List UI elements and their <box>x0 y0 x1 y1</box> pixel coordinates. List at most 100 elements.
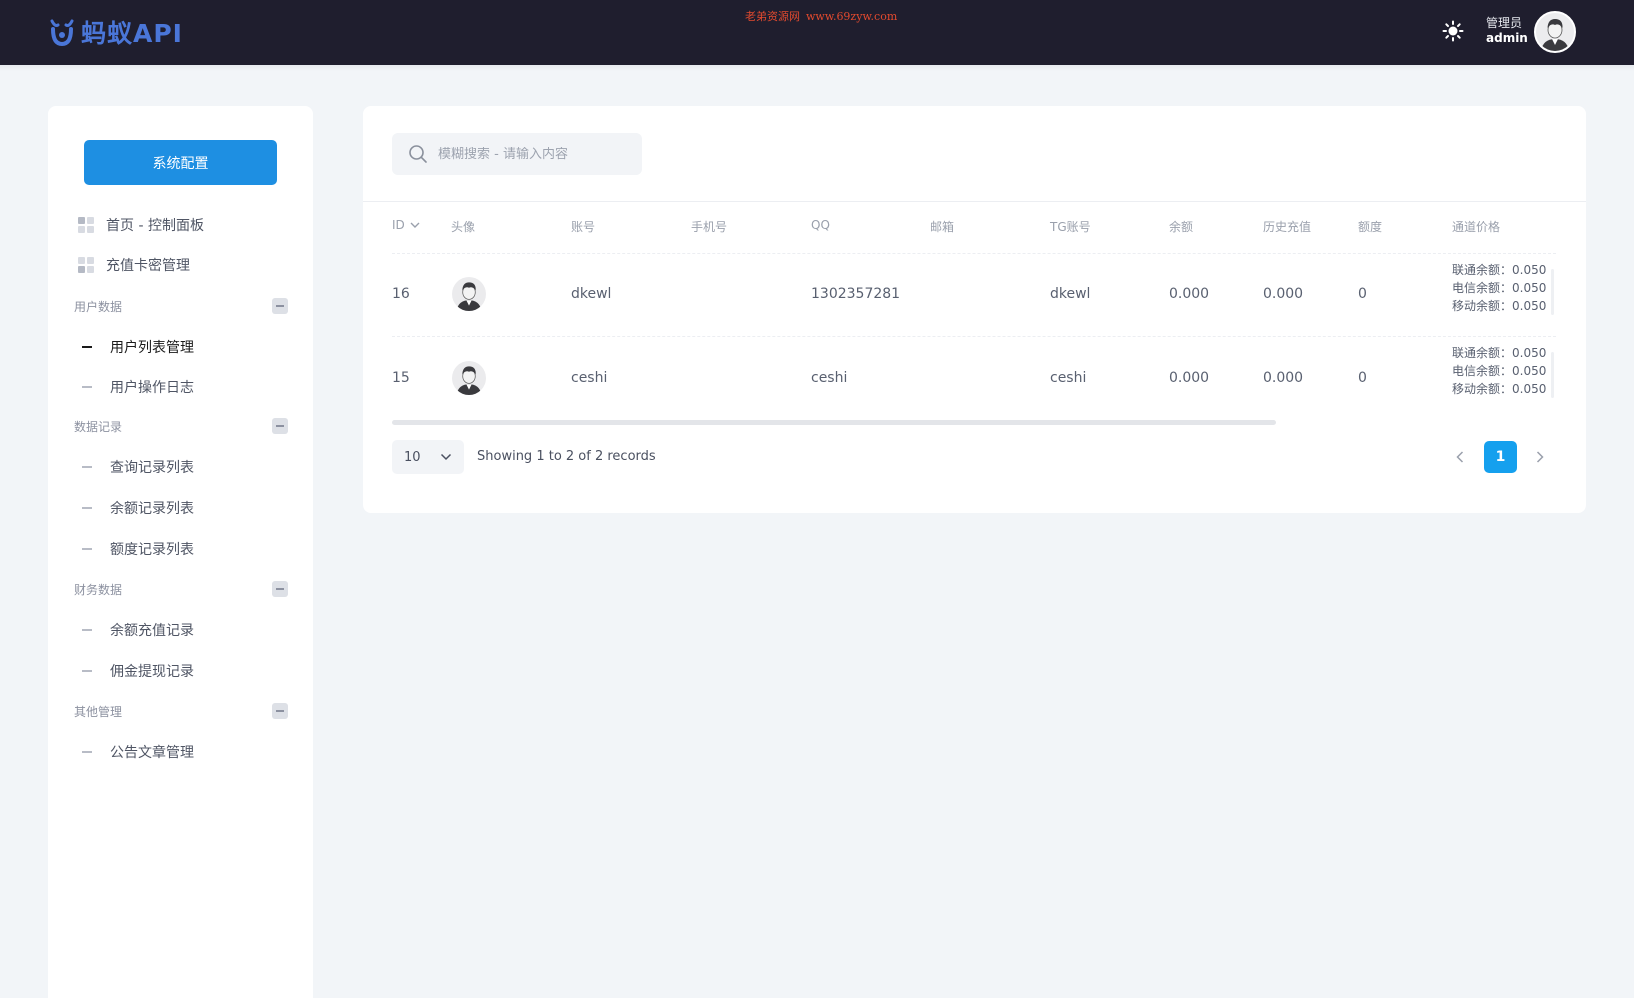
cell-scrollbar[interactable] <box>1551 269 1554 315</box>
sidebar-item-balance-records[interactable]: 余额记录列表 <box>78 493 194 523</box>
price-mobile: 移动余额：0.050 <box>1452 382 1547 396</box>
sidebar-item-commission-withdrawals[interactable]: 佣金提现记录 <box>78 656 194 686</box>
sidebar-item-user-logs[interactable]: 用户操作日志 <box>78 372 194 402</box>
dashboard-grid-icon <box>78 217 94 233</box>
cell-channel-price: 联通余额：0.050 电信余额：0.050 移动余额：0.050 <box>1452 261 1546 315</box>
dash-icon <box>82 507 92 509</box>
search-input[interactable] <box>438 146 628 162</box>
row-avatar <box>452 277 486 311</box>
sidebar-item-dashboard[interactable]: 首页 - 控制面板 <box>78 210 204 240</box>
cell-tg: ceshi <box>1050 370 1087 386</box>
sort-chevron-down-icon[interactable] <box>410 222 420 228</box>
cell-balance: 0.000 <box>1169 370 1210 386</box>
sidebar-item-quota-records[interactable]: 额度记录列表 <box>78 534 194 564</box>
top-navbar: 蚂蚁API 老弟资源网 www.69zyw.com 管理员 admin <box>0 0 1634 65</box>
sidebar-item-user-list[interactable]: 用户列表管理 <box>78 332 194 362</box>
row-divider <box>392 253 1556 254</box>
sidebar-item-recharge-cards[interactable]: 充值卡密管理 <box>78 250 190 280</box>
cell-qq: 1302357281 <box>811 286 901 302</box>
collapse-minus-icon[interactable] <box>272 581 288 597</box>
column-header-balance: 余额 <box>1169 220 1194 234</box>
column-header-quota: 额度 <box>1358 220 1383 234</box>
cell-channel-price: 联通余额：0.050 电信余额：0.050 移动余额：0.050 <box>1452 344 1546 398</box>
column-header-channel-price: 通道价格 <box>1452 220 1501 234</box>
price-unicom: 联通余额：0.050 <box>1452 263 1547 277</box>
page-size-value: 10 <box>404 449 421 465</box>
price-mobile: 移动余额：0.050 <box>1452 299 1547 313</box>
price-unicom: 联通余额：0.050 <box>1452 346 1547 360</box>
chevron-right-icon <box>1536 451 1544 463</box>
cell-balance: 0.000 <box>1169 286 1210 302</box>
sidebar-item-label: 余额记录列表 <box>110 501 194 517</box>
cell-account: dkewl <box>571 286 612 302</box>
sidebar-item-label: 用户操作日志 <box>110 380 194 396</box>
theme-toggle-sun-icon[interactable] <box>1442 20 1464 42</box>
cell-qq: ceshi <box>811 370 848 386</box>
sidebar-item-announcements[interactable]: 公告文章管理 <box>78 737 194 767</box>
watermark-url: www.69zyw.com <box>806 10 898 23</box>
dash-icon <box>82 386 92 388</box>
collapse-minus-icon[interactable] <box>272 298 288 314</box>
row-avatar <box>452 361 486 395</box>
sidebar-group-data-records[interactable]: 数据记录 <box>74 414 288 438</box>
system-config-button[interactable]: 系统配置 <box>84 140 277 185</box>
search-box[interactable] <box>392 133 642 175</box>
user-avatar[interactable] <box>1534 11 1576 53</box>
dash-icon <box>82 548 92 550</box>
column-header-phone: 手机号 <box>691 220 728 234</box>
topbar-shadow <box>0 65 1634 71</box>
sidebar-group-user-data[interactable]: 用户数据 <box>74 294 288 318</box>
sidebar-group-finance[interactable]: 财务数据 <box>74 577 288 601</box>
dash-icon <box>82 346 92 348</box>
cell-scrollbar[interactable] <box>1551 352 1554 398</box>
collapse-minus-icon[interactable] <box>272 418 288 434</box>
previous-page-button[interactable] <box>1451 448 1469 466</box>
chevron-down-icon <box>440 453 452 461</box>
cell-id: 16 <box>392 286 410 302</box>
user-role: 管理员 <box>1486 16 1523 30</box>
sidebar: 系统配置 首页 - 控制面板 充值卡密管理 用户数据 用户列表管理 用户操作日志… <box>48 106 313 998</box>
avatar-icon <box>456 282 482 311</box>
page-button-current[interactable]: 1 <box>1484 441 1517 473</box>
chevron-left-icon <box>1456 451 1464 463</box>
sidebar-group-title: 数据记录 <box>74 419 123 434</box>
column-header-tg: TG账号 <box>1050 220 1091 234</box>
price-telecom: 电信余额：0.050 <box>1452 281 1547 295</box>
logo-text: 蚂蚁API <box>81 19 183 48</box>
app-logo[interactable]: 蚂蚁API <box>47 14 183 50</box>
page-size-select[interactable]: 10 <box>392 440 464 474</box>
user-name: admin <box>1486 31 1528 45</box>
cell-id: 15 <box>392 370 410 386</box>
sidebar-item-label: 公告文章管理 <box>110 745 194 761</box>
watermark-text: 老弟资源网 <box>745 10 800 23</box>
sidebar-item-label: 佣金提现记录 <box>110 664 194 680</box>
sidebar-group-title: 其他管理 <box>74 704 123 719</box>
sidebar-group-other[interactable]: 其他管理 <box>74 699 288 723</box>
collapse-minus-icon[interactable] <box>272 703 288 719</box>
sidebar-item-label: 余额充值记录 <box>110 623 194 639</box>
sidebar-item-label: 充值卡密管理 <box>106 258 190 274</box>
cell-history-recharge: 0.000 <box>1263 370 1304 386</box>
card-grid-icon <box>78 257 94 273</box>
records-info: Showing 1 to 2 of 2 records <box>477 449 656 464</box>
avatar-icon <box>456 366 482 395</box>
column-header-account: 账号 <box>571 220 596 234</box>
watermark: 老弟资源网 www.69zyw.com <box>745 8 897 24</box>
column-header-avatar: 头像 <box>451 220 476 234</box>
table-horizontal-scrollbar[interactable] <box>392 420 1276 425</box>
user-list-card: ID 头像 账号 手机号 QQ 邮箱 TG账号 余额 历史充值 额度 通道价格 … <box>363 106 1586 513</box>
sidebar-item-label: 查询记录列表 <box>110 460 194 476</box>
sidebar-item-label: 用户列表管理 <box>110 340 194 356</box>
sidebar-item-recharge-records[interactable]: 余额充值记录 <box>78 615 194 645</box>
avatar-icon <box>1541 19 1569 51</box>
sidebar-group-title: 用户数据 <box>74 299 123 314</box>
cell-quota: 0 <box>1358 286 1367 302</box>
column-header-qq: QQ <box>811 218 830 232</box>
cell-tg: dkewl <box>1050 286 1091 302</box>
next-page-button[interactable] <box>1531 448 1549 466</box>
column-header-history-recharge: 历史充值 <box>1263 220 1312 234</box>
dash-icon <box>82 466 92 468</box>
sidebar-item-query-records[interactable]: 查询记录列表 <box>78 452 194 482</box>
column-header-id[interactable]: ID <box>392 218 420 232</box>
dash-icon <box>82 629 92 631</box>
